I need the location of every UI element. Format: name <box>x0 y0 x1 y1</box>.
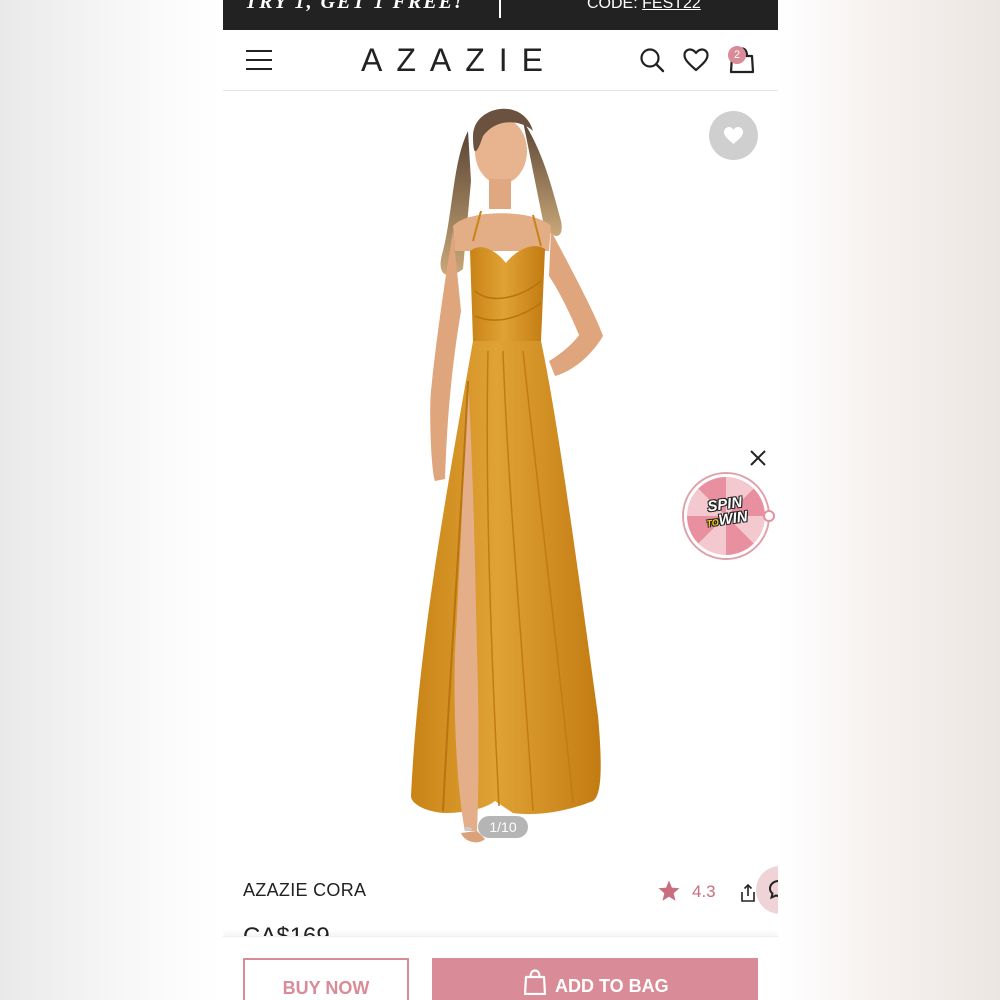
promo-code: CODE: FEST22 <box>587 0 701 13</box>
chat-icon <box>768 880 778 900</box>
promo-code-label: CODE: <box>587 0 638 12</box>
spin-pin-icon <box>763 510 775 522</box>
spin-to-win-label: SPIN TOWIN <box>705 493 749 530</box>
purchase-action-bar: BUY NOW ADD TO BAG <box>223 936 778 1000</box>
share-icon[interactable] <box>739 883 757 903</box>
promo-divider <box>499 0 501 18</box>
buy-now-button[interactable]: BUY NOW <box>243 958 409 1000</box>
menu-icon[interactable] <box>246 50 272 70</box>
wishlist-heart-icon[interactable] <box>682 46 710 74</box>
heart-icon <box>724 127 743 144</box>
promo-offer: TRY 1, GET 1 FREE! <box>245 0 464 13</box>
add-to-bag-label: ADD TO BAG <box>555 976 669 996</box>
phone-screen: TRY 1, GET 1 FREE! CODE: FEST22 AZAZIE 2 <box>223 0 778 1000</box>
search-icon[interactable] <box>638 46 666 74</box>
promo-banner[interactable]: TRY 1, GET 1 FREE! CODE: FEST22 <box>223 0 778 30</box>
promo-code-value[interactable]: FEST22 <box>642 0 701 12</box>
product-rating[interactable]: 4.3 <box>692 882 716 902</box>
favorite-button[interactable] <box>709 111 758 160</box>
add-to-bag-button[interactable]: ADD TO BAG <box>432 958 758 1000</box>
bag-count-badge: 2 <box>728 46 746 64</box>
spin-to-win-badge[interactable]: SPIN TOWIN <box>684 474 775 558</box>
brand-logo[interactable]: AZAZIE <box>361 42 551 79</box>
chat-support-button[interactable] <box>756 866 778 914</box>
close-icon[interactable] <box>749 449 767 467</box>
shopping-bag-icon <box>524 969 546 995</box>
product-name: AZAZIE CORA <box>243 880 367 900</box>
star-icon <box>658 880 680 901</box>
product-image-gallery[interactable]: SPIN TOWIN 1/10 <box>223 91 778 861</box>
product-photo-model-in-dress <box>411 108 603 843</box>
site-header: AZAZIE 2 <box>223 30 778 91</box>
image-counter: 1/10 <box>478 816 528 838</box>
